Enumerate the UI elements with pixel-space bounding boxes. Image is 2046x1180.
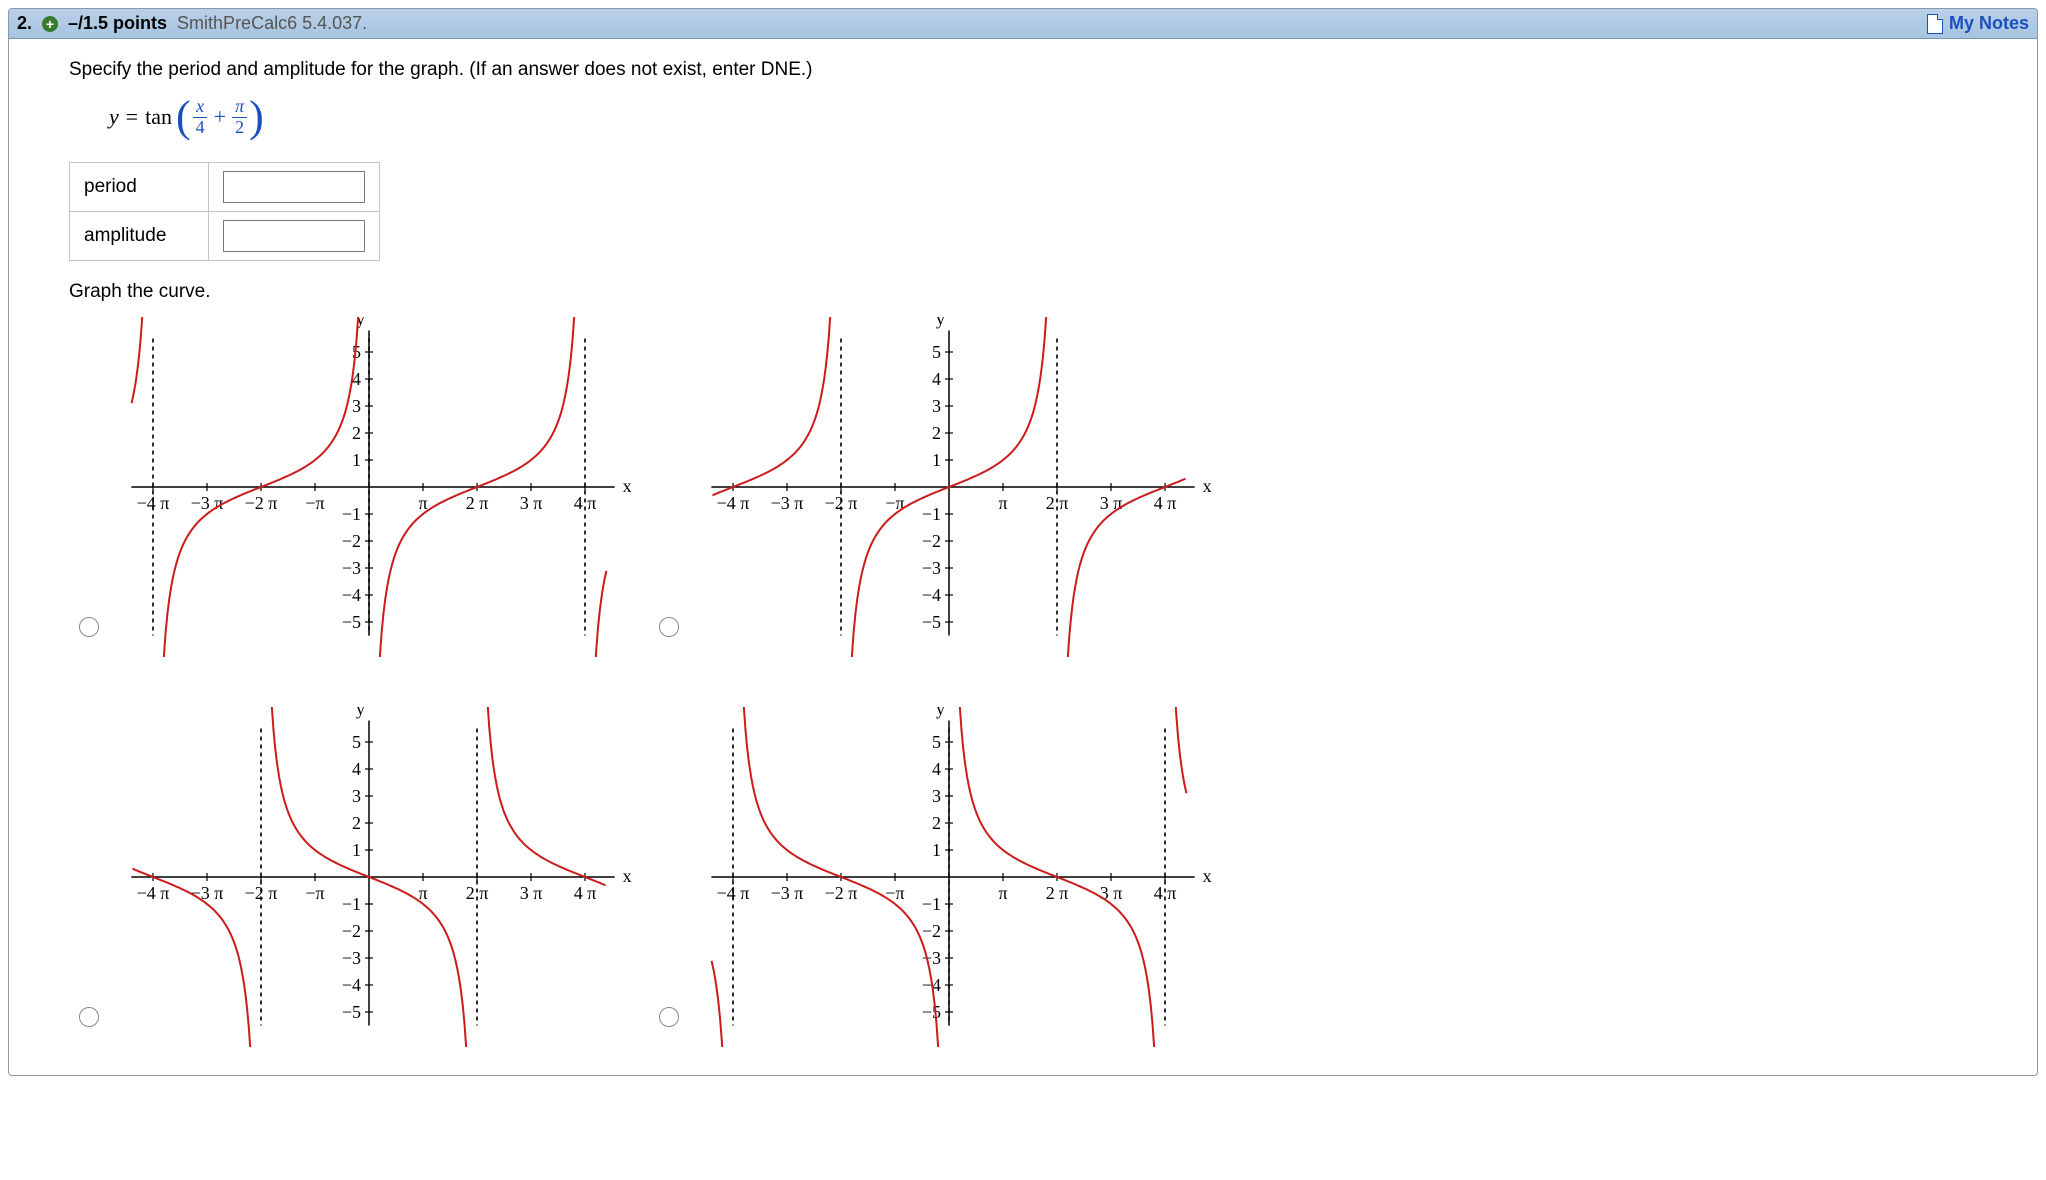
question-header: 2. + –/1.5 points SmithPreCalc6 5.4.037.… <box>9 9 2037 39</box>
svg-text:−5: −5 <box>342 1002 361 1022</box>
amplitude-label: amplitude <box>70 211 209 260</box>
svg-text:3: 3 <box>932 786 941 806</box>
svg-text:−3 π: −3 π <box>771 493 804 513</box>
graph-option-3-radio[interactable] <box>79 1007 99 1027</box>
svg-text:3 π: 3 π <box>1100 883 1123 903</box>
svg-text:5: 5 <box>932 342 941 362</box>
svg-text:2: 2 <box>932 813 941 833</box>
svg-text:−1: −1 <box>922 504 941 524</box>
paren-close: ) <box>249 104 264 130</box>
svg-text:1: 1 <box>352 450 361 470</box>
svg-text:5: 5 <box>352 732 361 752</box>
svg-text:−3 π: −3 π <box>191 493 224 513</box>
svg-text:4: 4 <box>932 369 941 389</box>
paren-open: ( <box>176 104 191 130</box>
svg-text:−2: −2 <box>922 921 941 941</box>
svg-text:−3 π: −3 π <box>191 883 224 903</box>
svg-text:4 π: 4 π <box>574 883 597 903</box>
period-label: period <box>70 162 209 211</box>
svg-text:1: 1 <box>932 450 941 470</box>
svg-text:−2 π: −2 π <box>825 883 858 903</box>
svg-text:3: 3 <box>352 396 361 416</box>
graph-instruction: Graph the curve. <box>69 281 1977 303</box>
svg-text:3: 3 <box>352 786 361 806</box>
svg-text:−5: −5 <box>342 612 361 632</box>
graph-option-1-radio[interactable] <box>79 617 99 637</box>
svg-text:3 π: 3 π <box>1100 493 1123 513</box>
svg-text:−π: −π <box>305 883 324 903</box>
graph-option-2: xy−4 π−3 π−2 π−ππ2 π3 π4 π−5−4−3−2−11234… <box>689 317 1229 657</box>
svg-text:y: y <box>936 707 945 719</box>
my-notes-label: My Notes <box>1949 13 2029 34</box>
svg-text:−1: −1 <box>342 504 361 524</box>
points-label: –/1.5 points <box>68 13 167 34</box>
svg-text:π: π <box>998 493 1007 513</box>
plus-sign: + <box>210 104 230 130</box>
svg-text:π: π <box>418 493 427 513</box>
my-notes-link[interactable]: My Notes <box>1927 13 2029 34</box>
graph-option-4-radio[interactable] <box>659 1007 679 1027</box>
instruction-text: Specify the period and amplitude for the… <box>69 59 1977 81</box>
equation-function: tan <box>145 104 172 130</box>
svg-text:1: 1 <box>352 840 361 860</box>
amplitude-input[interactable] <box>223 220 365 252</box>
equation-lead: y = <box>109 104 139 130</box>
svg-text:−3: −3 <box>922 558 941 578</box>
question-container: 2. + –/1.5 points SmithPreCalc6 5.4.037.… <box>8 8 2038 1076</box>
svg-text:4 π: 4 π <box>1154 493 1177 513</box>
svg-text:2 π: 2 π <box>1046 883 1069 903</box>
expand-icon[interactable]: + <box>42 16 58 32</box>
svg-text:−3: −3 <box>342 948 361 968</box>
svg-text:−3: −3 <box>342 558 361 578</box>
svg-text:3: 3 <box>932 396 941 416</box>
answer-table: period amplitude <box>69 162 380 261</box>
period-input[interactable] <box>223 171 365 203</box>
svg-text:x: x <box>1203 866 1212 886</box>
svg-text:−1: −1 <box>922 894 941 914</box>
svg-text:4: 4 <box>352 759 361 779</box>
svg-text:−4: −4 <box>342 585 361 605</box>
graph-option-3: xy−4 π−3 π−2 π−ππ2 π3 π4 π−5−4−3−2−11234… <box>109 707 649 1047</box>
svg-text:−4: −4 <box>922 585 941 605</box>
svg-text:−π: −π <box>305 493 324 513</box>
svg-text:−4 π: −4 π <box>137 883 170 903</box>
svg-text:−5: −5 <box>922 1002 941 1022</box>
svg-text:x: x <box>623 476 632 496</box>
svg-text:3 π: 3 π <box>520 883 543 903</box>
svg-text:2: 2 <box>932 423 941 443</box>
svg-text:−5: −5 <box>922 612 941 632</box>
svg-text:−2: −2 <box>922 531 941 551</box>
equation: y = tan ( x 4 + π 2 ) <box>109 97 1977 138</box>
svg-text:−2: −2 <box>342 921 361 941</box>
svg-text:5: 5 <box>932 732 941 752</box>
graph-options: x y −4 π −3 π −2 π −π π 2 π 3 π 4 π −5 −4 −3 −2 −1 1 2 3 4… <box>69 317 1977 1047</box>
svg-text:y: y <box>356 707 365 719</box>
graph-option-4: xy−4 π−3 π−2 π−ππ2 π3 π4 π−5−4−3−2−11234… <box>689 707 1229 1047</box>
svg-text:−2 π: −2 π <box>245 493 278 513</box>
svg-text:3 π: 3 π <box>520 493 543 513</box>
svg-text:π: π <box>418 883 427 903</box>
svg-text:2 π: 2 π <box>466 493 489 513</box>
svg-text:1: 1 <box>932 840 941 860</box>
question-number: 2. <box>17 13 32 34</box>
svg-text:x: x <box>1203 476 1212 496</box>
svg-text:2: 2 <box>352 813 361 833</box>
fraction-x-over-4: x 4 <box>193 97 208 138</box>
svg-text:−4 π: −4 π <box>717 493 750 513</box>
svg-text:−1: −1 <box>342 894 361 914</box>
fraction-pi-over-2: π 2 <box>232 97 247 138</box>
svg-text:4: 4 <box>932 759 941 779</box>
graph-option-1: xy−4 π−3 π−2 π−ππ2 π3 π4 π−5−4−3−2−11234… <box>109 317 649 657</box>
svg-text:x: x <box>623 866 632 886</box>
graph-option-2-radio[interactable] <box>659 617 679 637</box>
svg-text:y: y <box>936 317 945 329</box>
source-reference: SmithPreCalc6 5.4.037. <box>177 13 367 34</box>
svg-text:−3 π: −3 π <box>771 883 804 903</box>
svg-text:π: π <box>998 883 1007 903</box>
notes-icon <box>1927 14 1943 34</box>
svg-text:−4: −4 <box>342 975 361 995</box>
svg-text:−2: −2 <box>342 531 361 551</box>
svg-text:2: 2 <box>352 423 361 443</box>
question-body: Specify the period and amplitude for the… <box>9 39 2037 1075</box>
